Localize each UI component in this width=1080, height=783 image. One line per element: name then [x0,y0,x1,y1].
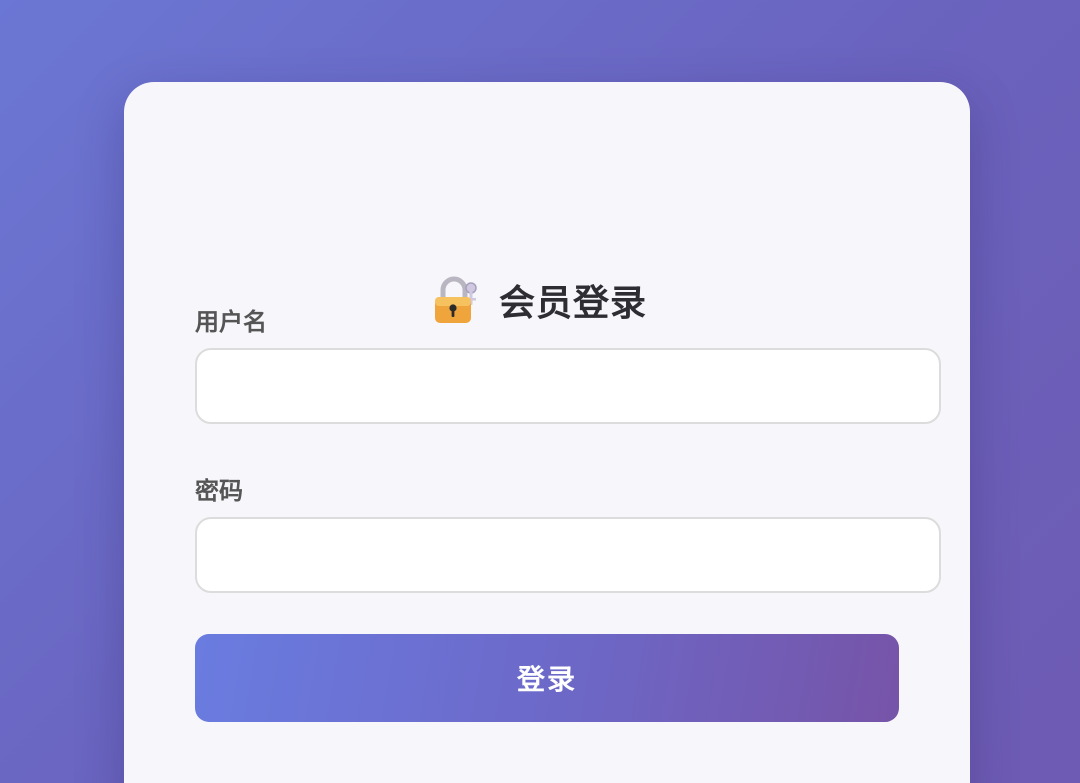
lock-with-key-icon [434,276,477,323]
username-input[interactable] [195,348,941,424]
login-button[interactable]: 登录 [195,634,899,722]
login-header: 会员登录 [0,272,1080,328]
password-label: 密码 [195,477,243,505]
password-input[interactable] [195,517,941,593]
page-title: 会员登录 [498,283,647,324]
login-header-row: 会员登录 [433,274,647,326]
login-card: 会员登录 用户名 密码 登录 [124,82,970,783]
username-label: 用户名 [195,308,267,336]
